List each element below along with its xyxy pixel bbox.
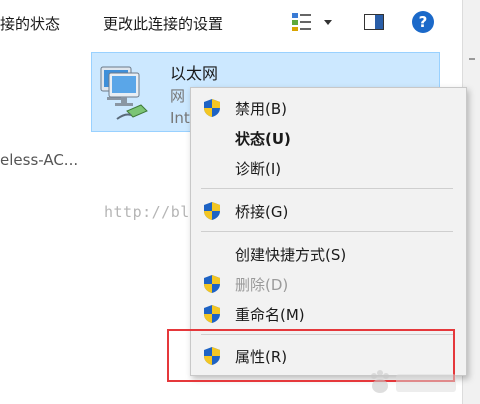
menu-item-label: 删除(D) [235, 276, 289, 294]
command-bar: 接的状态 更改此连接的设置 ? [0, 0, 462, 44]
help-icon[interactable]: ? [412, 11, 434, 33]
menu-item-label: 禁用(B) [235, 100, 287, 118]
menu-item-label: 桥接(G) [235, 203, 289, 221]
menu-item-label: 状态(U) [235, 130, 291, 148]
uac-shield-icon [204, 202, 220, 220]
view-options-icon[interactable] [291, 12, 313, 32]
uac-shield-icon [204, 99, 220, 117]
menu-item-delete[interactable]: 删除(D) [191, 268, 466, 298]
menu-item-diagnose[interactable]: 诊断(I) [191, 152, 466, 182]
adapter-device-label: Int [170, 109, 190, 127]
menu-item-label: 诊断(I) [235, 160, 282, 178]
preview-pane-icon[interactable] [364, 14, 384, 30]
change-settings-button[interactable]: 更改此连接的设置 [103, 13, 223, 34]
menu-item-label: 重命名(M) [235, 306, 305, 324]
menu-separator [201, 231, 453, 232]
baidu-logo-icon [371, 370, 456, 393]
view-status-button[interactable]: 接的状态 [0, 13, 60, 34]
adapter-name: 以太网 [170, 64, 219, 83]
menu-item-status[interactable]: 状态(U) [191, 122, 466, 152]
menu-separator [201, 188, 453, 189]
adapter-network-label: 网 [170, 87, 186, 105]
scrollbar-mark [469, 58, 475, 60]
chevron-down-icon[interactable] [324, 20, 332, 25]
wireless-adapter-item[interactable]: eless-AC... [0, 151, 78, 169]
menu-item-bridge[interactable]: 桥接(G) [191, 195, 466, 225]
uac-shield-icon [204, 275, 220, 293]
uac-shield-icon [204, 305, 220, 323]
menu-item-rename[interactable]: 重命名(M) [191, 298, 466, 328]
menu-item-create-shortcut[interactable]: 创建快捷方式(S) [191, 238, 466, 268]
menu-item-disable[interactable]: 禁用(B) [191, 92, 466, 122]
network-adapter-icon [100, 66, 148, 120]
menu-item-label: 创建快捷方式(S) [235, 246, 347, 264]
